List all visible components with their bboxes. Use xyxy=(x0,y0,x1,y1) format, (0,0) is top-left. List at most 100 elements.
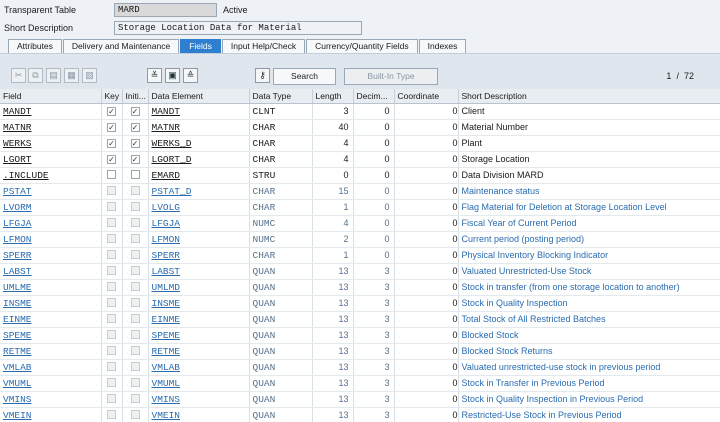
insert-row-icon[interactable]: ▦ xyxy=(64,68,79,83)
initial-checkbox-cell[interactable] xyxy=(122,231,149,248)
key-checkbox[interactable] xyxy=(107,281,116,291)
initial-checkbox-cell[interactable] xyxy=(122,295,149,312)
initial-checkbox-cell[interactable] xyxy=(122,263,149,280)
data-element-cell[interactable]: VMEIN xyxy=(148,407,250,422)
table-row[interactable]: EINME EINME QUAN 13 3 0 Total Stock of All Res… xyxy=(0,311,720,328)
field-name-cell[interactable]: EINME xyxy=(0,311,102,328)
data-element-cell[interactable]: VMINS xyxy=(148,391,250,408)
table-row[interactable]: MANDT ✓ ✓ MANDT CLNT 3 0 0 Client xyxy=(0,103,720,120)
key-checkbox-cell[interactable] xyxy=(101,279,123,296)
key-checkbox-cell[interactable] xyxy=(101,359,123,376)
data-element-cell[interactable]: WERKS_D xyxy=(148,135,250,152)
key-checkbox[interactable]: ✓ xyxy=(107,139,116,148)
key-checkbox[interactable] xyxy=(107,377,116,387)
table-row[interactable]: LFMON LFMON NUMC 2 0 0 Current period (posting… xyxy=(0,231,720,248)
initial-checkbox-cell[interactable] xyxy=(122,375,149,392)
initial-checkbox-cell[interactable] xyxy=(122,391,149,408)
initial-checkbox[interactable] xyxy=(130,345,140,355)
table-row[interactable]: INSME INSME QUAN 13 3 0 Stock in Quality Inspe… xyxy=(0,295,720,312)
table-row[interactable]: RETME RETME QUAN 13 3 0 Blocked Stock Returns xyxy=(0,343,720,360)
initial-checkbox[interactable]: ✓ xyxy=(130,155,140,164)
data-element-cell[interactable]: MANDT xyxy=(148,103,250,120)
field-name-cell[interactable]: LFGJA xyxy=(0,215,102,232)
key-checkbox[interactable] xyxy=(107,185,116,195)
initial-checkbox-cell[interactable] xyxy=(122,183,149,200)
key-checkbox-cell[interactable]: ✓ xyxy=(101,135,123,152)
key-checkbox-cell[interactable] xyxy=(101,343,123,360)
key-checkbox[interactable]: ✓ xyxy=(107,155,116,164)
initial-checkbox-cell[interactable]: ✓ xyxy=(122,151,149,168)
key-checkbox-cell[interactable]: ✓ xyxy=(101,151,123,168)
key-checkbox[interactable] xyxy=(107,249,116,259)
initial-checkbox-cell[interactable] xyxy=(122,343,149,360)
field-name-cell[interactable]: .INCLUDE xyxy=(0,167,102,184)
table-row[interactable]: WERKS ✓ ✓ WERKS_D CHAR 4 0 0 Plant xyxy=(0,135,720,152)
key-checkbox-cell[interactable] xyxy=(101,311,123,328)
key-checkbox-cell[interactable] xyxy=(101,407,123,422)
key-checkbox-cell[interactable]: ✓ xyxy=(101,103,123,120)
field-name-cell[interactable]: LGORT xyxy=(0,151,102,168)
data-element-cell[interactable]: LFGJA xyxy=(148,215,250,232)
initial-checkbox[interactable] xyxy=(130,185,140,195)
key-checkbox[interactable]: ✓ xyxy=(107,123,116,132)
key-checkbox[interactable] xyxy=(107,297,116,307)
initial-checkbox-cell[interactable]: ✓ xyxy=(122,119,149,136)
data-element-cell[interactable]: LGORT_D xyxy=(148,151,250,168)
tab-delivery-and-maintenance[interactable]: Delivery and Maintenance xyxy=(62,39,180,53)
tab-attributes[interactable]: Attributes xyxy=(8,39,62,53)
initial-checkbox[interactable] xyxy=(130,361,140,371)
data-element-cell[interactable]: MATNR xyxy=(148,119,250,136)
table-row[interactable]: LFGJA LFGJA NUMC 4 0 0 Fiscal Year of Current … xyxy=(0,215,720,232)
initial-checkbox[interactable] xyxy=(130,329,140,339)
col-decimals[interactable]: Decim... xyxy=(353,89,395,104)
expand-icon[interactable]: ≙ xyxy=(183,68,198,83)
key-checkbox-cell[interactable] xyxy=(101,215,123,232)
initial-checkbox[interactable] xyxy=(130,409,140,419)
key-checkbox-cell[interactable] xyxy=(101,295,123,312)
initial-checkbox[interactable] xyxy=(130,313,140,323)
col-initial[interactable]: Initi... xyxy=(122,89,149,104)
initial-checkbox[interactable] xyxy=(130,249,140,259)
table-row[interactable]: VMLAB VMLAB QUAN 13 3 0 Valuated unrestricted-… xyxy=(0,359,720,376)
data-element-cell[interactable]: LABST xyxy=(148,263,250,280)
table-row[interactable]: VMINS VMINS QUAN 13 3 0 Stock in Quality Inspe… xyxy=(0,391,720,408)
key-checkbox-cell[interactable] xyxy=(101,327,123,344)
field-name-cell[interactable]: VMEIN xyxy=(0,407,102,422)
key-checkbox-cell[interactable] xyxy=(101,231,123,248)
initial-checkbox-cell[interactable]: ✓ xyxy=(122,103,149,120)
key-checkbox[interactable] xyxy=(107,217,116,227)
col-data-element[interactable]: Data Element xyxy=(148,89,250,104)
initial-checkbox-cell[interactable] xyxy=(122,279,149,296)
field-name-cell[interactable]: LABST xyxy=(0,263,102,280)
initial-checkbox-cell[interactable] xyxy=(122,247,149,264)
tab-fields[interactable]: Fields xyxy=(180,39,221,53)
table-row[interactable]: LVORM LVOLG CHAR 1 0 0 Flag Material for Delet… xyxy=(0,199,720,216)
initial-checkbox[interactable] xyxy=(130,233,140,243)
field-name-cell[interactable]: MANDT xyxy=(0,103,102,120)
data-element-cell[interactable]: RETME xyxy=(148,343,250,360)
table-row[interactable]: PSTAT PSTAT_D CHAR 15 0 0 Maintenance status xyxy=(0,183,720,200)
key-checkbox[interactable] xyxy=(107,409,116,419)
key-checkbox[interactable] xyxy=(107,345,116,355)
field-name-cell[interactable]: VMUML xyxy=(0,375,102,392)
key-checkbox-cell[interactable]: ✓ xyxy=(101,119,123,136)
paste-icon[interactable]: ▤ xyxy=(46,68,61,83)
initial-checkbox[interactable] xyxy=(130,217,140,227)
initial-checkbox-cell[interactable] xyxy=(122,215,149,232)
key-checkbox[interactable] xyxy=(107,201,116,211)
table-row[interactable]: SPEME SPEME QUAN 13 3 0 Blocked Stock xyxy=(0,327,720,344)
key-checkbox[interactable] xyxy=(107,329,116,339)
initial-checkbox-cell[interactable] xyxy=(122,199,149,216)
col-coordinate[interactable]: Coordinate xyxy=(394,89,459,104)
search-button[interactable]: Search xyxy=(273,68,336,85)
col-key[interactable]: Key xyxy=(101,89,123,104)
initial-checkbox[interactable] xyxy=(130,169,140,179)
initial-checkbox-cell[interactable] xyxy=(122,327,149,344)
key-checkbox[interactable] xyxy=(107,313,116,323)
key-checkbox[interactable] xyxy=(107,393,116,403)
table-row[interactable]: SPERR SPERR CHAR 1 0 0 Physical Inventory Bloc… xyxy=(0,247,720,264)
col-field[interactable]: Field xyxy=(0,89,102,104)
short-description-field[interactable]: Storage Location Data for Material xyxy=(114,21,362,35)
key-checkbox[interactable] xyxy=(107,169,116,179)
initial-checkbox[interactable]: ✓ xyxy=(130,123,140,132)
